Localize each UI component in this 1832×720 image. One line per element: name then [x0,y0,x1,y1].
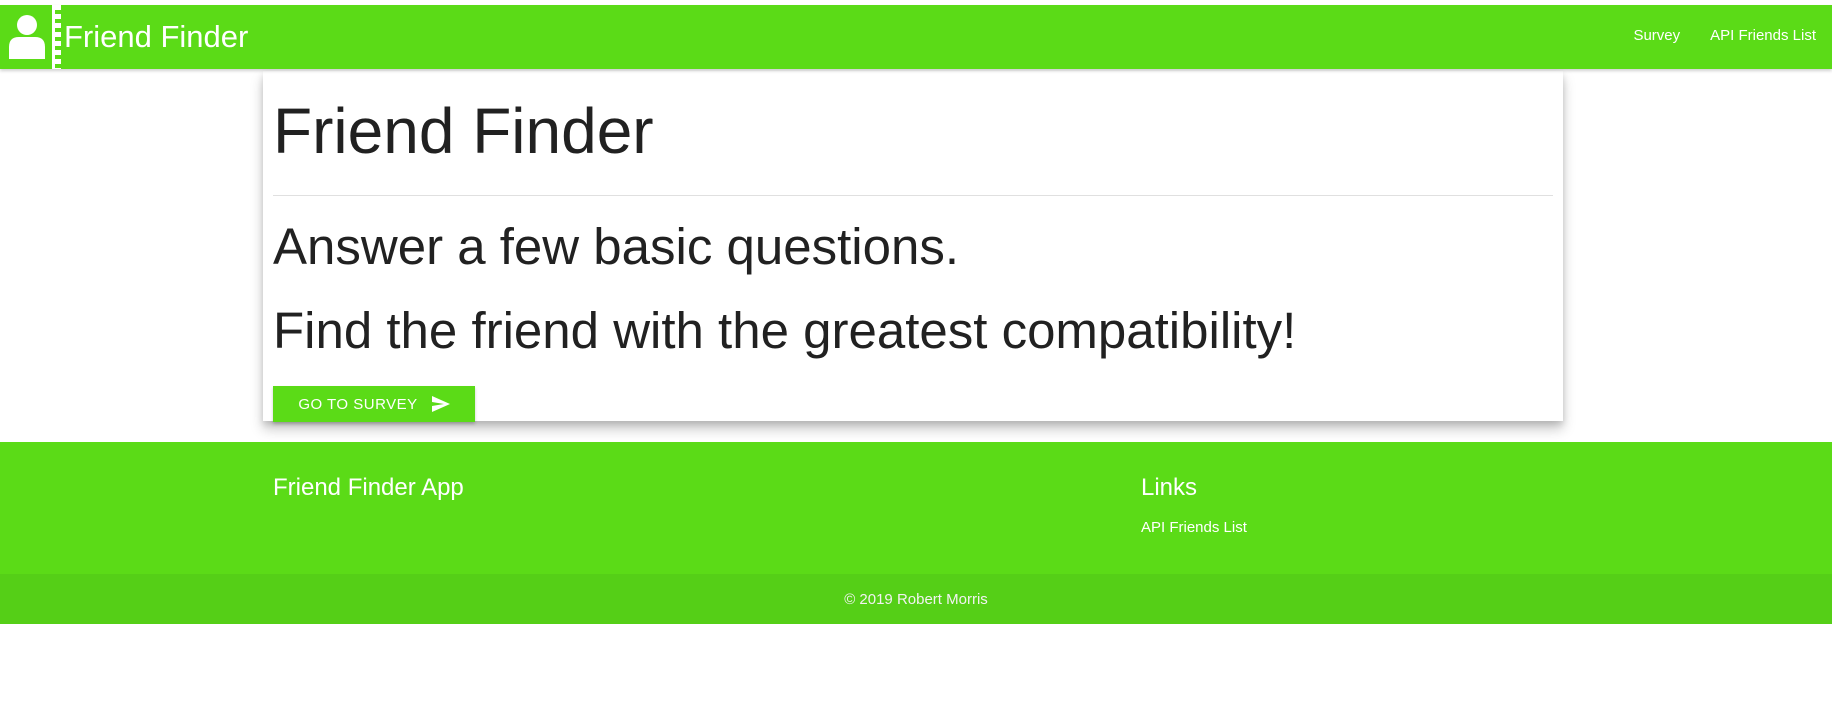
nav-link-survey[interactable]: Survey [1633,27,1680,44]
nav-links: Survey API Friends List [1633,27,1816,44]
brand-title[interactable]: Friend Finder [64,19,248,55]
nav-link-api-friends-list[interactable]: API Friends List [1710,27,1816,44]
person-icon [9,15,45,59]
footer: Friend Finder App Links API Friends List [0,442,1832,574]
copyright-text: © 2019 Robert Morris [844,590,988,608]
navbar: Friend Finder Survey API Friends List [0,5,1832,69]
tagline-line-2: Find the friend with the greatest compat… [273,302,1297,359]
logo-notch-decoration [55,5,61,69]
footer-app-title: Friend Finder App [273,474,464,501]
footer-link-api-friends-list[interactable]: API Friends List [1141,519,1247,536]
divider [273,195,1553,196]
tagline-line-1: Answer a few basic questions. [273,218,960,275]
logo[interactable] [0,5,55,69]
page-title: Friend Finder [273,95,654,167]
hero-card: Friend Finder Answer a few basic questio… [263,71,1563,422]
footer-copyright: © 2019 Robert Morris [0,574,1832,624]
footer-links-title: Links [1141,474,1198,501]
go-to-survey-label: GO TO SURVEY [298,395,418,413]
go-to-survey-button[interactable]: GO TO SURVEY [273,386,475,422]
send-icon [431,396,450,412]
